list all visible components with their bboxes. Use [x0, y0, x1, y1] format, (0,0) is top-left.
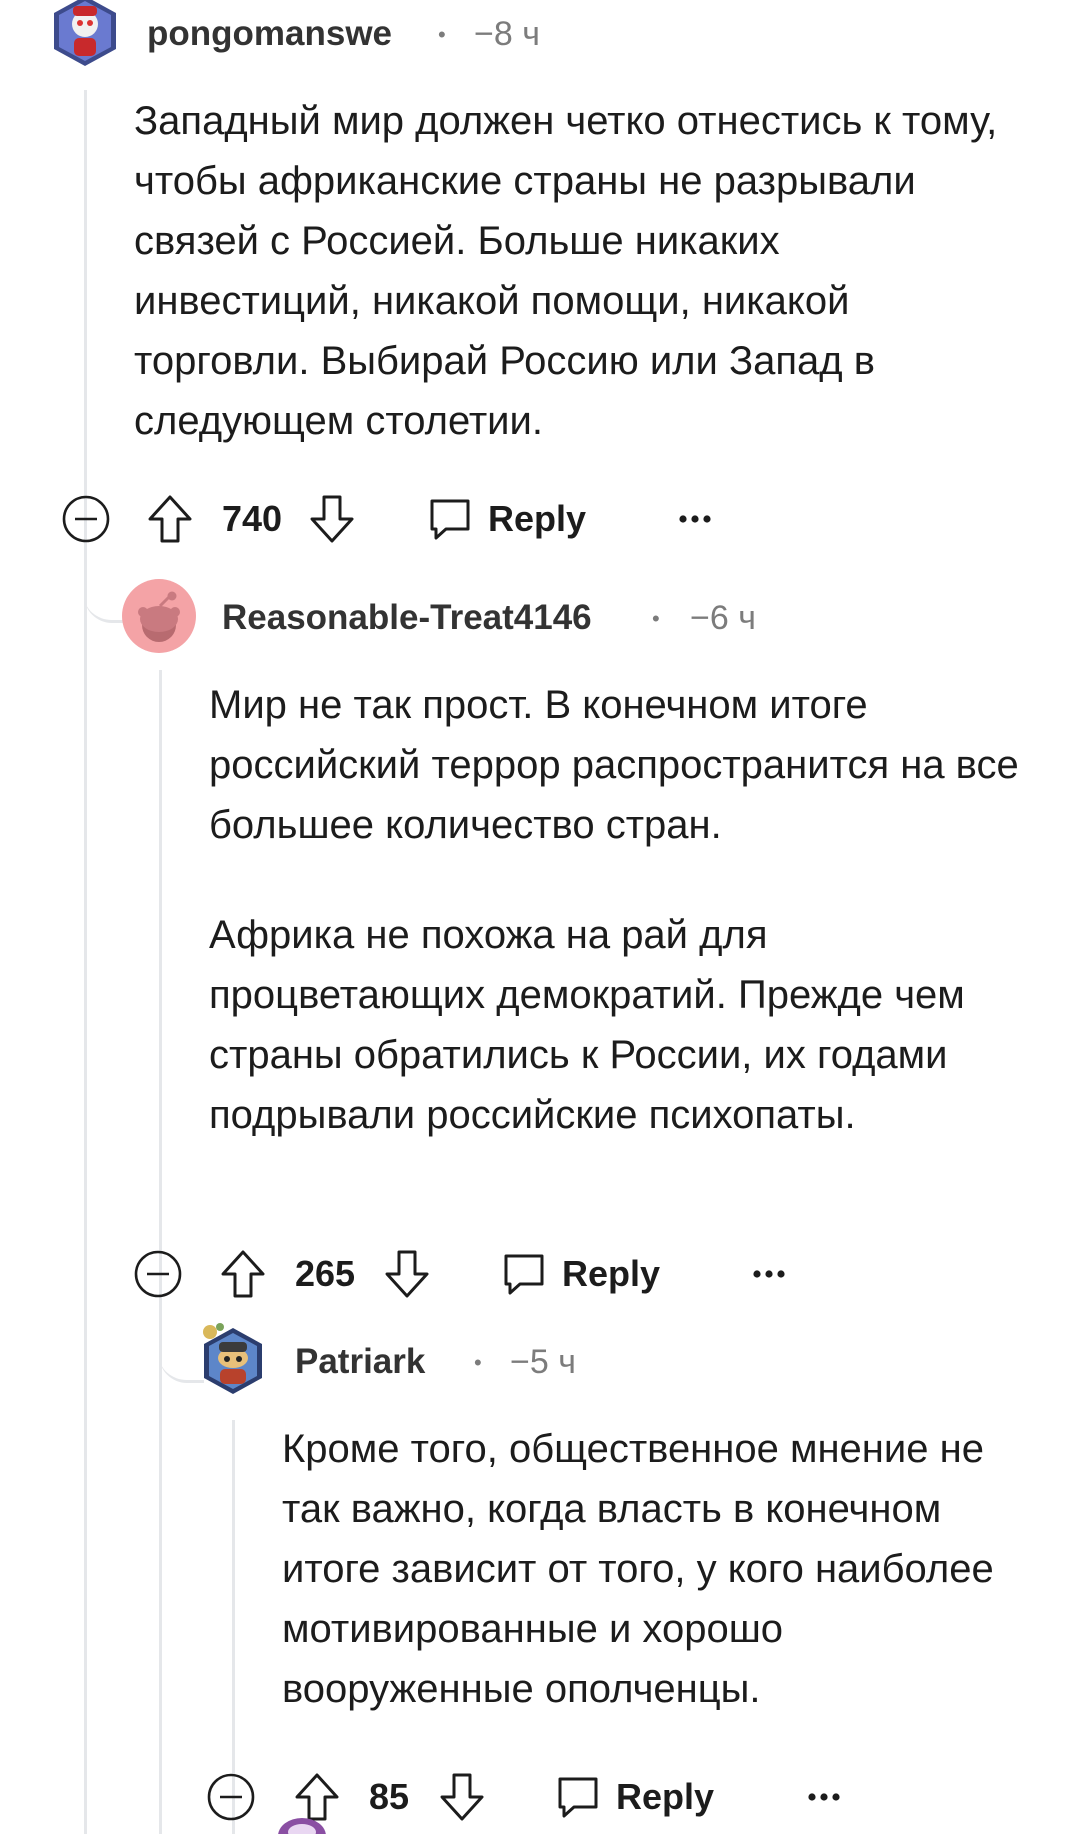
username[interactable]: pongomanswe: [147, 14, 392, 54]
upvote-button[interactable]: [219, 1242, 267, 1306]
more-icon: [808, 1793, 840, 1801]
avatar-partial: [272, 1814, 332, 1834]
comment-paragraph: Западный мир должен четко отнестись к то…: [134, 99, 998, 443]
thread-line: [84, 90, 87, 1834]
downvote-button[interactable]: [308, 487, 356, 551]
reply-label: Reply: [488, 498, 587, 539]
upvote-button[interactable]: [146, 487, 194, 551]
timestamp: −5 ч: [510, 1343, 576, 1381]
collapse-button[interactable]: [206, 1765, 256, 1829]
comment-body: Мир не так прост. В конечном итоге росси…: [209, 675, 1054, 1145]
downvote-button[interactable]: [383, 1242, 431, 1306]
reply-label: Reply: [562, 1253, 661, 1294]
comment-icon: [558, 1777, 598, 1818]
timestamp: −6 ч: [690, 599, 756, 637]
collapse-button[interactable]: [133, 1242, 183, 1306]
avatar[interactable]: [196, 1322, 270, 1396]
more-options-button[interactable]: [807, 1765, 841, 1829]
timestamp: −8 ч: [474, 15, 540, 53]
username[interactable]: Reasonable-Treat4146: [222, 598, 592, 638]
reply-button[interactable]: Reply: [500, 1242, 660, 1306]
downvote-icon: [385, 1250, 429, 1298]
reply-button[interactable]: Reply: [554, 1765, 714, 1829]
upvote-icon: [148, 495, 192, 543]
more-icon: [753, 1270, 785, 1278]
vote-score: 85: [369, 1776, 410, 1817]
comment-actions: 740 Reply: [58, 487, 758, 551]
downvote-icon: [310, 495, 354, 543]
avatar[interactable]: [48, 0, 122, 68]
separator-dot: •: [438, 22, 446, 47]
collapse-icon: [134, 1250, 182, 1298]
collapse-icon: [62, 495, 110, 543]
more-icon: [679, 515, 711, 523]
vote-score: 265: [295, 1253, 356, 1294]
downvote-icon: [440, 1773, 484, 1821]
comment-paragraph: Африка не похожа на рай для процветающих…: [209, 913, 965, 1137]
downvote-button[interactable]: [438, 1765, 486, 1829]
reply-label: Reply: [616, 1776, 715, 1817]
avatar[interactable]: [122, 579, 196, 653]
collapse-icon: [207, 1773, 255, 1821]
username[interactable]: Patriark: [295, 1342, 425, 1382]
more-options-button[interactable]: [752, 1242, 786, 1306]
comment-body: Кроме того, общественное мнение не так в…: [282, 1419, 1022, 1719]
comment-actions: 265 Reply: [133, 1242, 833, 1306]
vote-score: 740: [222, 498, 283, 539]
separator-dot: •: [652, 606, 660, 631]
more-options-button[interactable]: [678, 487, 712, 551]
comment-icon: [504, 1254, 544, 1295]
separator-dot: •: [474, 1350, 482, 1375]
comment-paragraph: Кроме того, общественное мнение не так в…: [282, 1427, 994, 1711]
comment-body: Западный мир должен четко отнестись к то…: [134, 91, 1014, 451]
comment-paragraph: Мир не так прост. В конечном итоге росси…: [209, 683, 1019, 847]
reply-button[interactable]: Reply: [426, 487, 586, 551]
thread-connector: [84, 540, 124, 623]
comment-icon: [430, 499, 470, 540]
collapse-button[interactable]: [61, 487, 111, 551]
upvote-icon: [221, 1250, 265, 1298]
